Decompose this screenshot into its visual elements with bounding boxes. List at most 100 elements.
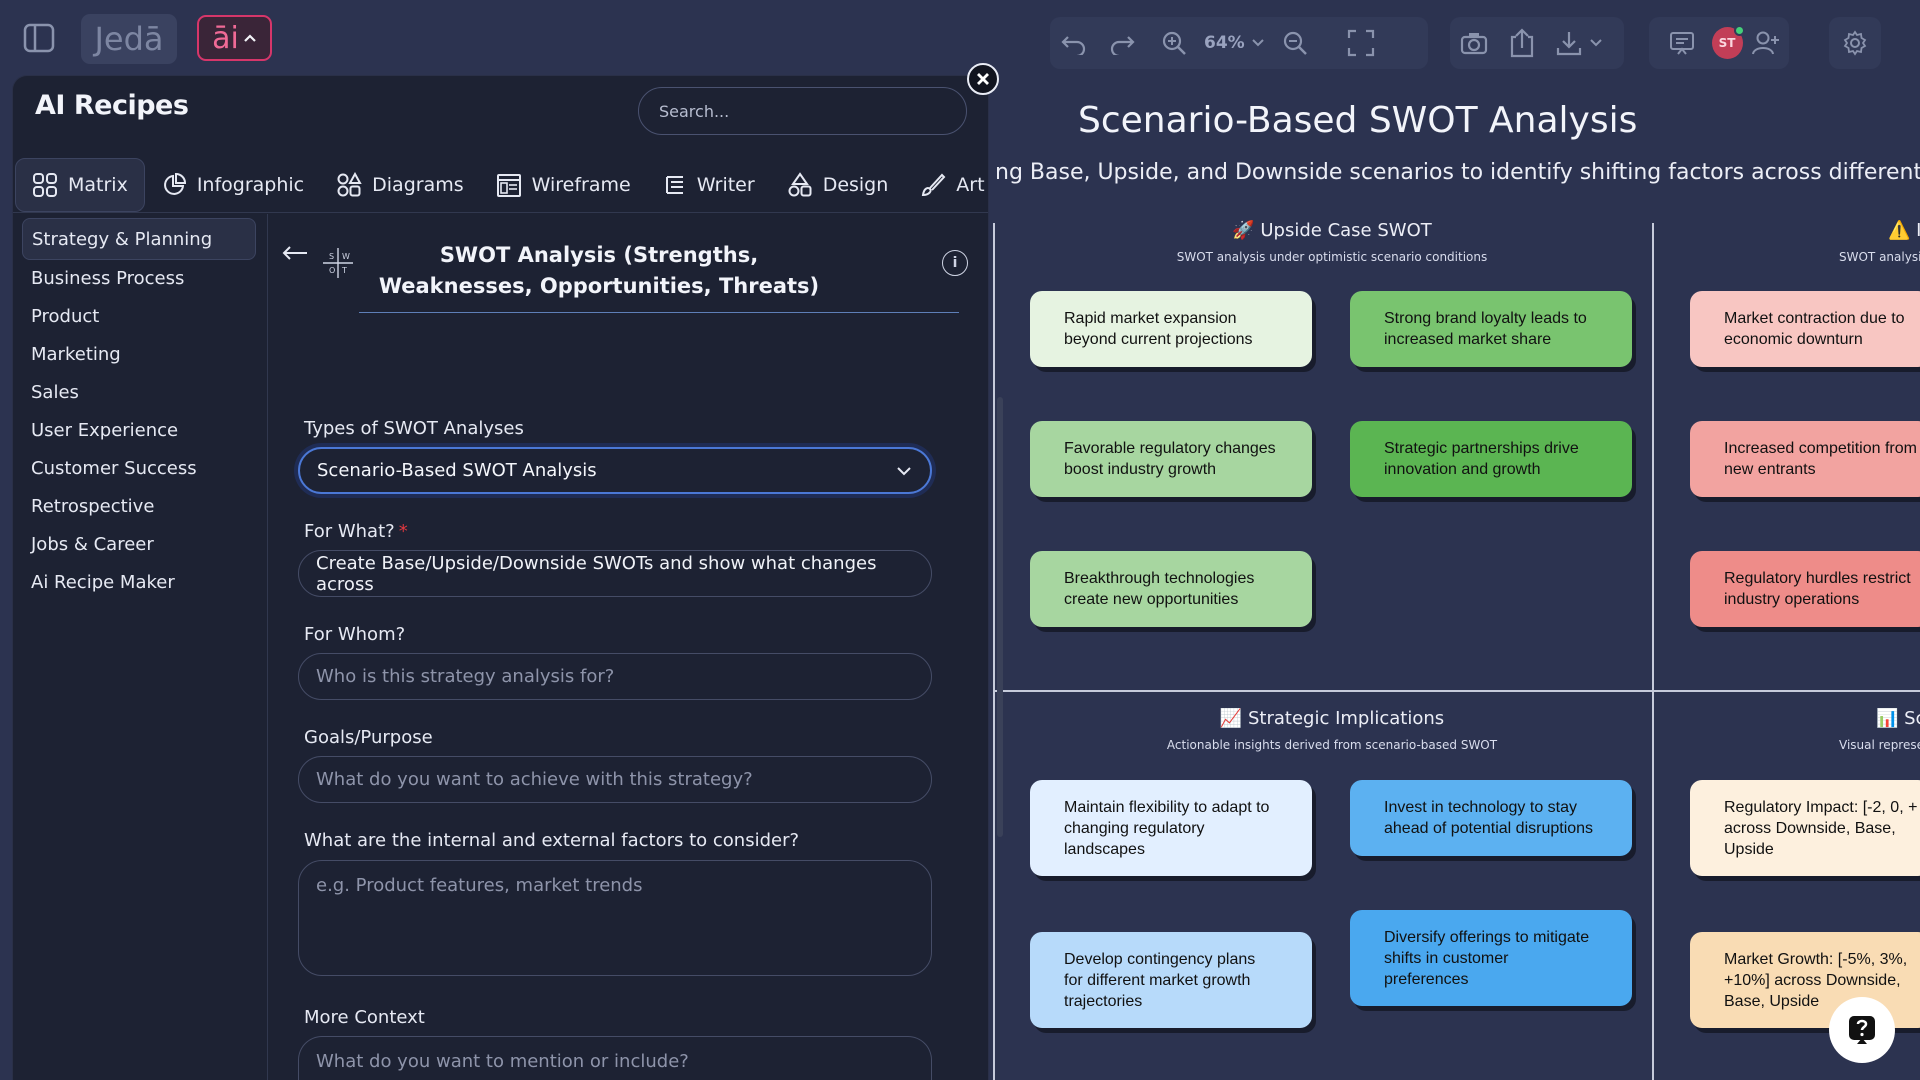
tab-design[interactable]: Design [771,158,905,212]
upside-card[interactable]: Rapid market expansion beyond current pr… [1030,291,1312,367]
add-user-icon [1751,31,1779,55]
back-button[interactable] [281,238,309,268]
tab-label: Art [956,173,985,196]
search-input[interactable] [638,87,967,135]
swot-letter-t: T [341,266,347,275]
top-toolbar: Jedā āi 64% ST [0,0,1920,76]
ai-recipes-toggle-button[interactable]: āi [197,15,272,61]
gear-icon [1843,30,1867,56]
undo-button[interactable] [1050,17,1098,69]
matrix-divider-horizontal [993,690,1920,692]
logo-text: Jedā [94,20,164,58]
info-button[interactable]: i [942,250,968,276]
zoom-out-icon [1283,31,1307,55]
tab-label: Writer [696,173,755,196]
user-avatar[interactable]: ST [1711,25,1745,59]
zoom-in-button[interactable] [1150,17,1198,69]
context-label: More Context [304,1007,425,1028]
sidebar-icon [23,23,55,53]
category-user-experience[interactable]: User Experience [22,409,256,451]
recipe-form: S W O T SWOT Analysis (Strengths, Weakne… [269,214,1003,1080]
tab-wireframe[interactable]: Wireframe [480,158,647,212]
for-what-input[interactable]: Create Base/Upside/Downside SWOTs and sh… [298,550,932,597]
category-strategy-planning[interactable]: Strategy & Planning [22,218,256,260]
tab-label: Design [822,173,889,196]
implications-section-subtitle: Actionable insights derived from scenari… [1166,738,1498,752]
download-icon [1556,32,1582,56]
goals-input[interactable]: What do you want to achieve with this st… [298,756,932,803]
swot-icon: S W O T [321,246,355,280]
redo-button[interactable] [1098,17,1146,69]
tab-diagrams[interactable]: Diagrams [320,158,479,212]
fit-screen-button[interactable] [1337,17,1385,69]
for-whom-input[interactable]: Who is this strategy analysis for? [298,653,932,700]
category-marketing[interactable]: Marketing [22,333,256,375]
matrix-icon [33,172,57,197]
swot-type-select[interactable]: Scenario-Based SWOT Analysis [298,447,932,494]
share-upload-button[interactable] [1498,17,1546,69]
upside-section-subtitle: SWOT analysis under optimistic scenario … [1176,250,1488,264]
close-panel-button[interactable] [967,63,999,95]
category-list: Strategy & Planning Business Process Pro… [13,214,268,1080]
zoom-in-icon [1162,31,1186,55]
swot-type-value: Scenario-Based SWOT Analysis [317,460,597,481]
matrix-divider-vertical-left [993,223,995,1080]
chevron-down-icon [897,466,911,475]
form-scrollbar[interactable] [997,397,1003,837]
tab-label: Matrix [68,173,128,196]
tab-label: Diagrams [372,173,464,196]
factors-textarea[interactable]: e.g. Product features, market trends [298,860,932,976]
settings-group [1829,17,1881,69]
for-what-label-text: For What? [304,521,395,542]
visual-section-subtitle: Visual represe [1839,738,1920,752]
category-ai-recipe-maker[interactable]: Ai Recipe Maker [22,561,256,603]
implication-card[interactable]: Invest in technology to stay ahead of po… [1350,780,1632,856]
download-button[interactable] [1546,17,1612,69]
swot-letter-o: O [329,266,335,275]
present-button[interactable] [1659,17,1706,69]
zoom-level: 64% [1204,33,1245,53]
category-business-process[interactable]: Business Process [22,257,256,299]
screenshot-button[interactable] [1450,17,1498,69]
implication-card[interactable]: Maintain flexibility to adapt to changin… [1030,780,1312,876]
history-zoom-group: 64% [1050,17,1428,69]
add-user-button[interactable] [1743,17,1790,69]
category-sales[interactable]: Sales [22,371,256,413]
swot-letter-w: W [342,252,350,261]
info-icon: i [952,255,958,271]
upside-card[interactable]: Strong brand loyalty leads to increased … [1350,291,1632,367]
art-icon [922,173,946,196]
tab-writer[interactable]: Writer [647,158,771,212]
ai-label: āi [212,20,239,56]
design-icon [788,171,812,196]
matrix-divider-vertical-middle [1652,223,1654,1080]
downside-card[interactable]: Regulatory hurdles restrict industry ope… [1690,551,1920,627]
settings-button[interactable] [1829,17,1881,69]
recipe-tabs: Matrix Infographic Diagrams Wireframe Wr… [13,157,988,213]
zoom-out-button[interactable] [1271,17,1319,69]
downside-card[interactable]: Increased competition from new entrants [1690,421,1920,497]
tab-infographic[interactable]: Infographic [145,158,320,212]
title-divider [359,312,959,313]
tab-matrix[interactable]: Matrix [15,157,145,212]
tab-art[interactable]: Art [904,158,1000,212]
fit-screen-icon [1347,29,1374,57]
help-button[interactable] [1829,997,1895,1063]
presentation-icon [1670,32,1695,55]
sidebar-toggle-button[interactable] [14,15,64,61]
factors-label: What are the internal and external facto… [304,830,800,851]
upside-card[interactable]: Favorable regulatory changes boost indus… [1030,421,1312,497]
upside-card[interactable]: Breakthrough technologies create new opp… [1030,551,1312,627]
category-jobs-career[interactable]: Jobs & Career [22,523,256,565]
app-logo[interactable]: Jedā [81,14,177,64]
context-textarea[interactable]: What do you want to mention or include? [298,1036,932,1080]
category-retrospective[interactable]: Retrospective [22,485,256,527]
downside-card[interactable]: Market contraction due to economic downt… [1690,291,1920,367]
category-customer-success[interactable]: Customer Success [22,447,256,489]
visual-card[interactable]: Regulatory Impact: [-2, 0, + across Down… [1690,780,1920,876]
implication-card[interactable]: Develop contingency plans for different … [1030,932,1312,1028]
implication-card[interactable]: Diversify offerings to mitigate shifts i… [1350,910,1632,1006]
upside-card[interactable]: Strategic partnerships drive innovation … [1350,421,1632,497]
category-product[interactable]: Product [22,295,256,337]
zoom-level-dropdown[interactable]: 64% [1198,33,1271,53]
